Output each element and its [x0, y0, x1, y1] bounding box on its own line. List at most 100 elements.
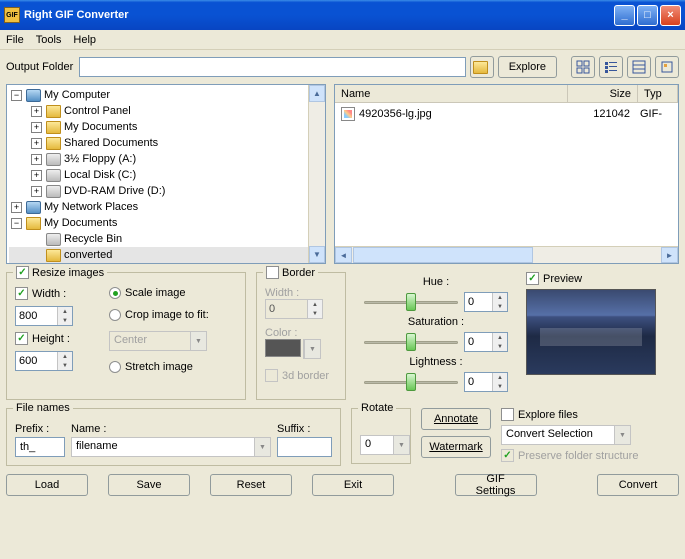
tree-toggle[interactable]: + — [31, 170, 42, 181]
close-button[interactable]: × — [660, 5, 681, 26]
width-spinbox[interactable]: ▲▼ — [15, 306, 73, 326]
saturation-slider[interactable] — [364, 332, 458, 352]
folder-icon — [46, 105, 61, 118]
maximize-button[interactable]: □ — [637, 5, 658, 26]
tree-shared-docs[interactable]: Shared Documents — [64, 137, 158, 149]
tree-toggle[interactable]: + — [31, 122, 42, 133]
preview-checkbox[interactable]: ✓ — [526, 272, 539, 285]
convert-mode-combo[interactable]: Convert Selection▼ — [501, 425, 631, 445]
tree-toggle[interactable]: + — [11, 202, 22, 213]
name-combo[interactable]: filename▼ — [71, 437, 271, 457]
minimize-button[interactable]: _ — [614, 5, 635, 26]
stretch-label: Stretch image — [125, 361, 193, 373]
tree-floppy[interactable]: 3½ Floppy (A:) — [64, 153, 136, 165]
saturation-spinbox[interactable]: ▲▼ — [464, 332, 508, 352]
tree-my-documents[interactable]: My Documents — [64, 121, 137, 133]
width-input[interactable] — [16, 307, 57, 325]
menu-tools[interactable]: Tools — [36, 34, 62, 46]
tree-toggle[interactable]: − — [11, 90, 22, 101]
height-spinbox[interactable]: ▲▼ — [15, 351, 73, 371]
preserve-checkbox: ✓ — [501, 449, 514, 462]
convert-button[interactable]: Convert — [597, 474, 679, 496]
height-input[interactable] — [16, 352, 57, 370]
tree-toggle[interactable]: − — [11, 218, 22, 229]
gif-settings-button[interactable]: GIF Settings — [455, 474, 537, 496]
hue-spinbox[interactable]: ▲▼ — [464, 292, 508, 312]
tree-toggle[interactable]: + — [31, 154, 42, 165]
resize-checkbox[interactable]: ✓ — [16, 266, 29, 279]
col-header-type[interactable]: Typ — [638, 85, 678, 102]
suffix-label: Suffix : — [277, 423, 332, 435]
view-details-button[interactable] — [627, 56, 651, 78]
watermark-button[interactable]: Watermark — [421, 436, 491, 458]
width-label: Width : — [32, 288, 66, 300]
hue-slider[interactable] — [364, 292, 458, 312]
adjust-group: Hue : ▲▼ Saturation : ▲▼ Lightness : ▲▼ — [356, 272, 516, 400]
tree-network[interactable]: My Network Places — [44, 201, 138, 213]
border-color-combo: ▼ — [303, 339, 321, 359]
tree-scrollbar[interactable]: ▲▼ — [308, 85, 325, 263]
output-folder-input[interactable] — [79, 57, 465, 77]
hue-label: Hue : — [364, 276, 508, 288]
border-width-label: Width : — [265, 287, 337, 299]
lightness-slider[interactable] — [364, 372, 458, 392]
explore-files-checkbox[interactable] — [501, 408, 514, 421]
tree-local-disk[interactable]: Local Disk (C:) — [64, 169, 136, 181]
exit-button[interactable]: Exit — [312, 474, 394, 496]
prefix-input[interactable] — [15, 437, 65, 457]
reset-button[interactable]: Reset — [210, 474, 292, 496]
tree-control-panel[interactable]: Control Panel — [64, 105, 131, 117]
rotate-combo[interactable]: 0▼ — [360, 435, 410, 455]
col-header-name[interactable]: Name — [335, 85, 568, 102]
list-item[interactable]: 4920356-lg.jpg 121042 GIF- — [337, 105, 676, 122]
scale-radio[interactable] — [109, 287, 121, 299]
suffix-input[interactable] — [277, 437, 332, 457]
explore-button[interactable]: Explore — [498, 56, 557, 78]
col-header-size[interactable]: Size — [568, 85, 638, 102]
crop-position-combo: Center▼ — [109, 331, 207, 351]
folder-tree[interactable]: − My Computer + Control Panel + My Document… — [6, 84, 326, 264]
preview-title: Preview — [543, 273, 582, 285]
stretch-radio[interactable] — [109, 361, 121, 373]
load-button[interactable]: Load — [6, 474, 88, 496]
rotate-group: Rotate 0▼ — [351, 408, 411, 464]
border-color-swatch — [265, 339, 301, 357]
folder-icon — [46, 137, 61, 150]
save-button[interactable]: Save — [108, 474, 190, 496]
resize-title: Resize images — [32, 267, 104, 279]
height-checkbox[interactable]: ✓ — [15, 332, 28, 345]
tree-dvd[interactable]: DVD-RAM Drive (D:) — [64, 185, 165, 197]
browse-folder-button[interactable] — [470, 56, 494, 78]
list-hscrollbar[interactable]: ◄► — [335, 246, 678, 263]
annotate-button[interactable]: Annotate — [421, 408, 491, 430]
list-header: Name Size Typ — [335, 85, 678, 103]
file-name: 4920356-lg.jpg — [359, 108, 432, 120]
border-checkbox[interactable]: ✓ — [266, 266, 279, 279]
preserve-label: Preserve folder structure — [518, 450, 638, 462]
tree-toggle[interactable]: + — [31, 106, 42, 117]
resize-group: ✓Resize images ✓Width : ▲▼ ✓Height : ▲▼ … — [6, 272, 246, 400]
tree-my-documents-2[interactable]: My Documents — [44, 217, 117, 229]
crop-radio[interactable] — [109, 309, 121, 321]
file-list[interactable]: Name Size Typ 4920356-lg.jpg 121042 GIF-… — [334, 84, 679, 264]
menu-file[interactable]: File — [6, 34, 24, 46]
tree-my-computer[interactable]: My Computer — [44, 89, 110, 101]
border-width-spinbox: ▲▼ — [265, 299, 323, 319]
lightness-label: Lightness : — [364, 356, 508, 368]
tree-converted[interactable]: converted — [64, 249, 112, 261]
tree-recycle[interactable]: Recycle Bin — [64, 233, 122, 245]
view-thumbnails-button[interactable] — [655, 56, 679, 78]
filenames-title: File names — [16, 402, 70, 414]
3d-border-label: 3d border — [282, 370, 329, 382]
border-group: ✓Border Width : ▲▼ Color : ▼ 3d border — [256, 272, 346, 400]
image-file-icon — [341, 107, 355, 121]
lightness-spinbox[interactable]: ▲▼ — [464, 372, 508, 392]
width-checkbox[interactable]: ✓ — [15, 287, 28, 300]
view-icons-button[interactable] — [571, 56, 595, 78]
menu-help[interactable]: Help — [73, 34, 96, 46]
file-type: GIF- — [636, 108, 676, 120]
tree-toggle[interactable]: + — [31, 186, 42, 197]
height-label: Height : — [32, 333, 70, 345]
tree-toggle[interactable]: + — [31, 138, 42, 149]
view-list-button[interactable] — [599, 56, 623, 78]
